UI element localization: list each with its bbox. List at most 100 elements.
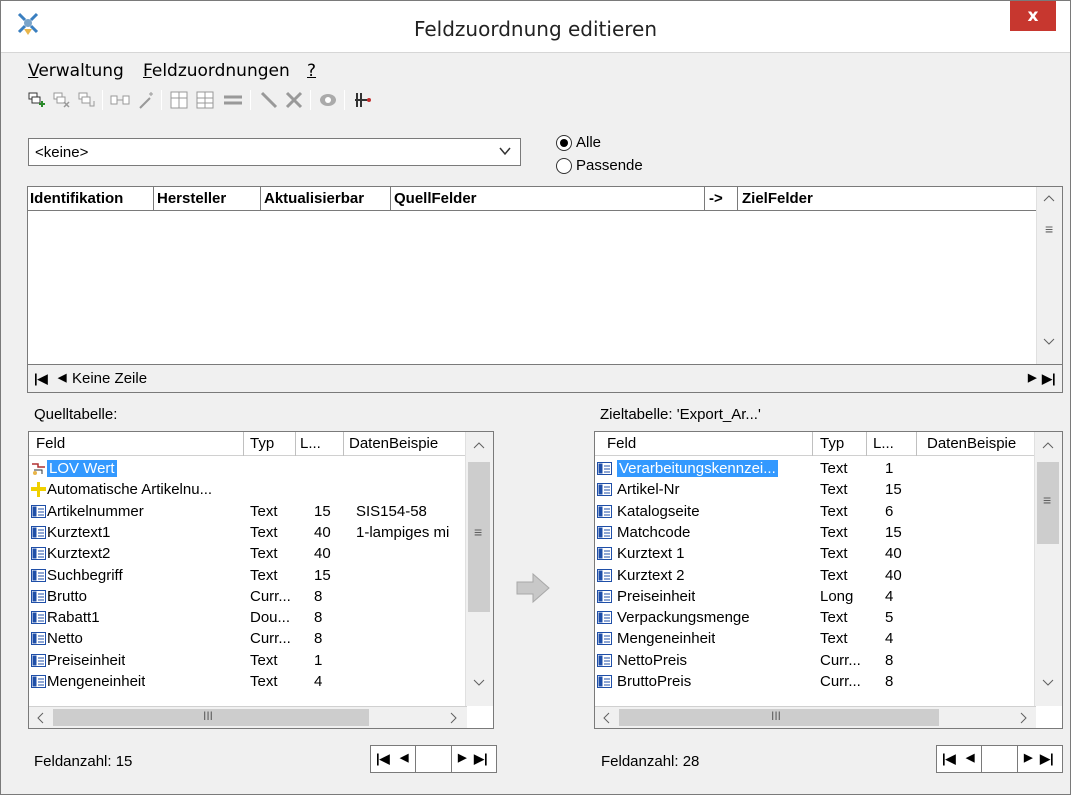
- scroll-down-icon[interactable]: [1043, 337, 1055, 347]
- target-row[interactable]: BruttoPreis Curr... 8: [595, 671, 1033, 692]
- delete-row-icon[interactable]: [53, 90, 71, 110]
- source-row[interactable]: Suchbegriff Text 15: [29, 565, 464, 586]
- map-icon[interactable]: [110, 90, 130, 110]
- menu-feldzuordnungen[interactable]: Feldzuordnungen: [143, 61, 290, 81]
- source-row[interactable]: Rabatt1 Dou... 8: [29, 607, 464, 628]
- source-col-len[interactable]: L...: [300, 435, 340, 452]
- target-col-typ[interactable]: Typ: [820, 435, 860, 452]
- source-field-count: Feldanzahl: 15: [34, 753, 133, 770]
- source-row[interactable]: Kurztext1 Text 40 1-lampiges mi: [29, 522, 464, 543]
- grid-scrollbar[interactable]: ≡: [1036, 187, 1062, 364]
- target-vscroll[interactable]: ≡: [1034, 432, 1062, 706]
- nav-last-icon[interactable]: ▶|: [1042, 371, 1056, 387]
- menu-verwaltung[interactable]: Verwaltung: [28, 61, 124, 81]
- target-cell-len: 4: [885, 630, 894, 648]
- target-row[interactable]: NettoPreis Curr... 8: [595, 650, 1033, 671]
- nav-prev-icon[interactable]: ◀: [966, 751, 974, 764]
- cross-icon[interactable]: [284, 90, 304, 110]
- field-icon: [597, 568, 612, 582]
- target-cell-typ: Curr...: [820, 673, 861, 690]
- source-col-feld[interactable]: Feld: [36, 435, 236, 452]
- scroll-grip-icon[interactable]: ≡: [1045, 221, 1053, 237]
- scroll-left-icon[interactable]: [35, 712, 45, 724]
- scroll-down-icon[interactable]: [473, 678, 485, 688]
- title-bar: Feldzuordnung editieren x: [1, 1, 1070, 53]
- table-icon[interactable]: [169, 90, 189, 110]
- target-row[interactable]: Mengeneinheit Text 4: [595, 628, 1033, 649]
- radio-all-dot[interactable]: [556, 134, 572, 151]
- target-row[interactable]: Verarbeitungskennzei... Text 1: [595, 458, 1033, 479]
- col-hersteller[interactable]: Hersteller: [157, 190, 260, 207]
- target-col-len[interactable]: L...: [873, 435, 913, 452]
- close-button[interactable]: x: [1010, 1, 1056, 31]
- col-quellfelder[interactable]: QuellFelder: [394, 190, 694, 207]
- source-row[interactable]: Artikelnummer Text 15 SIS154-58: [29, 501, 464, 522]
- add-row-icon[interactable]: [28, 90, 46, 110]
- source-row[interactable]: Kurztext2 Text 40: [29, 543, 464, 564]
- line-icon[interactable]: [259, 90, 279, 110]
- col-identifikation[interactable]: Identifikation: [30, 190, 150, 207]
- source-row[interactable]: Netto Curr... 8: [29, 628, 464, 649]
- source-row[interactable]: LOV Wert: [29, 458, 464, 479]
- target-cell-feld: Katalogseite: [617, 502, 700, 520]
- scroll-up-icon[interactable]: [473, 440, 485, 450]
- source-row[interactable]: Mengeneinheit Text 4: [29, 671, 464, 692]
- equals-icon[interactable]: [222, 90, 244, 110]
- source-cell-len: 15: [314, 566, 331, 584]
- scroll-up-icon[interactable]: [1042, 440, 1054, 450]
- wand-icon[interactable]: [136, 90, 156, 110]
- source-hscroll[interactable]: III: [29, 706, 467, 728]
- source-field-list: Feld Typ L... DatenBeispie LOV Wert Autom…: [28, 431, 494, 729]
- filter-combo[interactable]: <keine>: [28, 138, 521, 166]
- radio-all[interactable]: Alle: [556, 134, 601, 151]
- target-row[interactable]: Preiseinheit Long 4: [595, 586, 1033, 607]
- scroll-down-icon[interactable]: [1042, 678, 1054, 688]
- source-col-sample[interactable]: DatenBeispie: [349, 435, 464, 452]
- table-edit-icon[interactable]: [195, 90, 215, 110]
- target-hscroll[interactable]: III: [595, 706, 1036, 728]
- scroll-left-icon[interactable]: [601, 712, 611, 724]
- nav-next-icon[interactable]: ▶: [1024, 751, 1032, 764]
- nav-next-icon[interactable]: ▶: [458, 751, 466, 764]
- nav-first-icon[interactable]: |◀: [34, 371, 48, 387]
- target-row[interactable]: Verpackungsmenge Text 5: [595, 607, 1033, 628]
- source-vscroll[interactable]: ≡: [465, 432, 493, 706]
- target-col-feld[interactable]: Feld: [607, 435, 807, 452]
- target-row[interactable]: Artikel-Nr Text 15: [595, 479, 1033, 500]
- source-cell-feld: Brutto: [47, 587, 88, 605]
- nav-prev-icon[interactable]: ◀: [400, 751, 408, 764]
- target-cell-feld: Verarbeitungskennzei...: [617, 460, 778, 477]
- nav-last-icon[interactable]: ▶|: [1040, 751, 1054, 767]
- update-row-icon[interactable]: [78, 90, 96, 110]
- scroll-right-icon[interactable]: [1019, 712, 1029, 724]
- nav-first-icon[interactable]: |◀: [942, 751, 956, 767]
- target-row[interactable]: Katalogseite Text 6: [595, 501, 1033, 522]
- field-icon: [597, 675, 612, 688]
- target-row[interactable]: Kurztext 2 Text 40: [595, 565, 1033, 586]
- target-cell-feld: NettoPreis: [617, 651, 688, 669]
- run-icon[interactable]: [353, 90, 373, 110]
- source-cell-feld: Rabatt1: [47, 609, 100, 627]
- scroll-grip-icon: III: [771, 709, 782, 723]
- field-icon: [31, 611, 46, 625]
- nav-next-icon[interactable]: ▶: [1028, 371, 1036, 384]
- col-aktualisierbar[interactable]: Aktualisierbar: [264, 190, 388, 207]
- source-col-typ[interactable]: Typ: [250, 435, 290, 452]
- nav-prev-icon[interactable]: ◀: [58, 371, 66, 384]
- scroll-up-icon[interactable]: [1043, 193, 1055, 203]
- source-row[interactable]: Preiseinheit Text 1: [29, 650, 464, 671]
- nav-last-icon[interactable]: ▶|: [474, 751, 488, 767]
- eye-icon[interactable]: [318, 90, 338, 110]
- target-row[interactable]: Matchcode Text 15: [595, 522, 1033, 543]
- nav-first-icon[interactable]: |◀: [376, 751, 390, 767]
- col-arrow[interactable]: ->: [709, 190, 734, 207]
- col-zielfelder[interactable]: ZielFelder: [742, 190, 942, 207]
- menu-help[interactable]: ?: [307, 61, 316, 81]
- radio-matching[interactable]: Passende: [556, 157, 643, 174]
- target-row[interactable]: Kurztext 1 Text 40: [595, 543, 1033, 564]
- source-row[interactable]: Automatische Artikelnu...: [29, 479, 464, 500]
- scroll-right-icon[interactable]: [449, 712, 459, 724]
- source-row[interactable]: Brutto Curr... 8: [29, 586, 464, 607]
- radio-matching-dot[interactable]: [556, 157, 572, 174]
- target-col-sample[interactable]: DatenBeispie: [927, 435, 1032, 452]
